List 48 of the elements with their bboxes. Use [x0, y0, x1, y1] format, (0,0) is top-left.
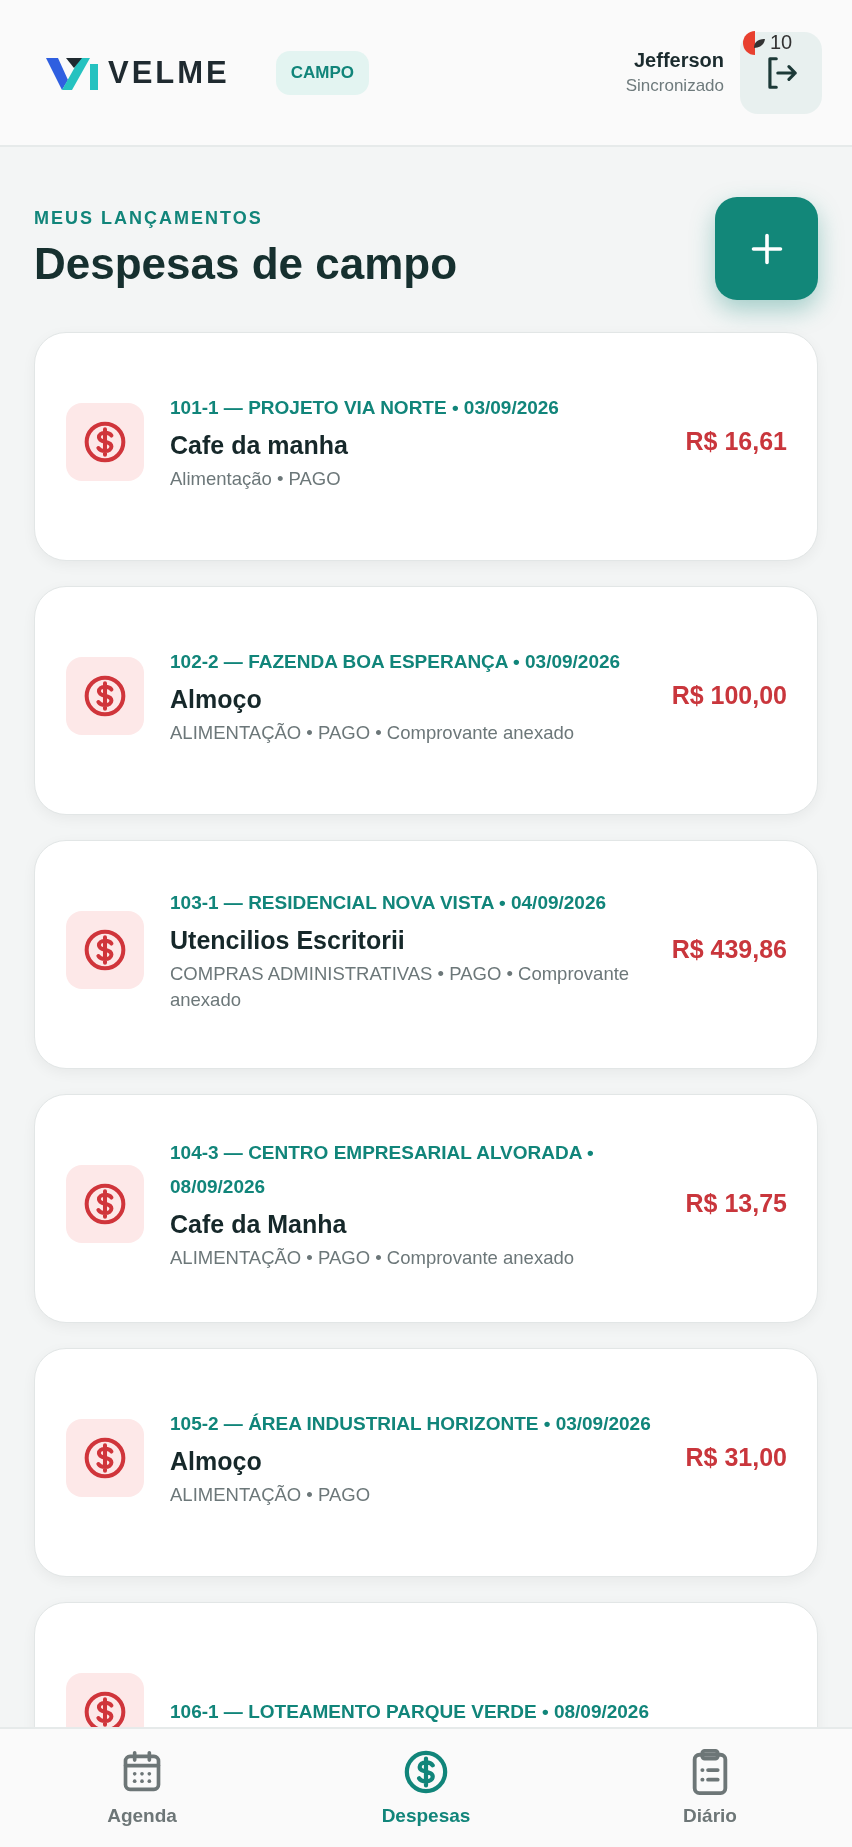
expense-title: Cafe da manha [170, 431, 349, 460]
expense-card[interactable]: 101-1 — PROJETO VIA NORTE • 03/09/2026 Cafe da manha Alimentação • PAGO R$ 16,61 [34, 332, 818, 561]
expense-heading: 103-1 — RESIDENCIAL NOVA VISTA • 04/09/2026 [170, 891, 608, 915]
expense-details: ALIMENTAÇÃO • PAGO • Comprovante anexado [170, 1246, 575, 1270]
expense-title: Almoço [170, 685, 263, 714]
dollar-icon [83, 927, 127, 972]
sync-status: Sincronizado [625, 76, 724, 96]
section-eyebrow: MEUS LANÇAMENTOS [34, 208, 264, 229]
nav-tab[interactable]: Despesas [284, 1729, 568, 1847]
notification-count: 10 [770, 31, 793, 54]
expense-title: Cafe da Manha [170, 1210, 348, 1239]
expense-card[interactable]: 103-1 — RESIDENCIAL NOVA VISTA • 04/09/2026 Utencilios Escritorii COMPRAS ADMINISTRATIVAS • PAGO • Comprovante anexado R$ 439,86 [34, 840, 818, 1069]
logo-text: VELME [108, 54, 230, 91]
expense-heading: 106-1 — LOTEAMENTO PARQUE VERDE • 08/09/2026 [170, 1699, 650, 1724]
expense-amount: R$ 16,61 [685, 427, 787, 456]
leaf-badge-icon [742, 29, 768, 56]
dollar-icon [83, 419, 127, 464]
expense-card[interactable]: 104-3 — CENTRO EMPRESARIAL ALVORADA • 08/09/2026 Cafe da Manha ALIMENTAÇÃO • PAGO • Comprovante anexado R$ 13,75 [34, 1094, 818, 1323]
expense-details: COMPRAS ADMINISTRATIVAS • PAGO • Comprovante anexado [170, 962, 631, 1012]
nav-tab[interactable]: Diário [568, 1729, 852, 1847]
nav-tab[interactable]: Agenda [0, 1729, 284, 1847]
add-button[interactable] [715, 197, 818, 300]
dollar-icon [83, 673, 127, 718]
dollar-icon [83, 1181, 127, 1226]
dollar-icon [403, 1749, 449, 1795]
expense-amount: R$ 100,00 [671, 681, 787, 710]
expense-card[interactable]: 102-2 — FAZENDA BOA ESPERANÇA • 03/09/2026 Almoço ALIMENTAÇÃO • PAGO • Comprovante anexado R$ 100,00 [34, 586, 818, 815]
expense-details: ALIMENTAÇÃO • PAGO • Comprovante anexado [170, 721, 575, 745]
expense-heading: 105-2 — ÁREA INDUSTRIAL HORIZONTE • 03/09/2026 [170, 1412, 652, 1436]
expense-amount: R$ 13,75 [685, 1189, 787, 1218]
mode-badge: CAMPO [275, 50, 370, 95]
expense-amount: R$ 439,86 [671, 935, 787, 964]
expense-title: Almoço [170, 1447, 263, 1476]
expense-heading: 102-2 — FAZENDA BOA ESPERANÇA • 03/09/2026 [170, 650, 622, 674]
dollar-icon [83, 1689, 127, 1727]
expense-card[interactable]: 105-2 — ÁREA INDUSTRIAL HORIZONTE • 03/09/2026 Almoço ALIMENTAÇÃO • PAGO R$ 31,00 [34, 1348, 818, 1577]
expense-heading: 101-1 — PROJETO VIA NORTE • 03/09/2026 [170, 396, 560, 420]
expense-amount: R$ 31,00 [685, 1443, 787, 1472]
expense-details: Alimentação • PAGO [170, 467, 342, 491]
expense-title: Utencilios Escritorii [170, 926, 406, 955]
page-title: Despesas de campo [34, 239, 458, 289]
expense-heading: 104-3 — CENTRO EMPRESARIAL ALVORADA • 08/09/2026 [170, 1141, 595, 1199]
expense-card[interactable]: 106-1 — LOTEAMENTO PARQUE VERDE • 08/09/2026 [34, 1602, 818, 1727]
logout-button[interactable]: 10 [740, 31, 822, 114]
user-name: Jefferson [633, 49, 724, 72]
clipboard-icon [690, 1749, 730, 1795]
expense-details: ALIMENTAÇÃO • PAGO [170, 1483, 372, 1507]
dollar-icon [83, 1435, 127, 1480]
